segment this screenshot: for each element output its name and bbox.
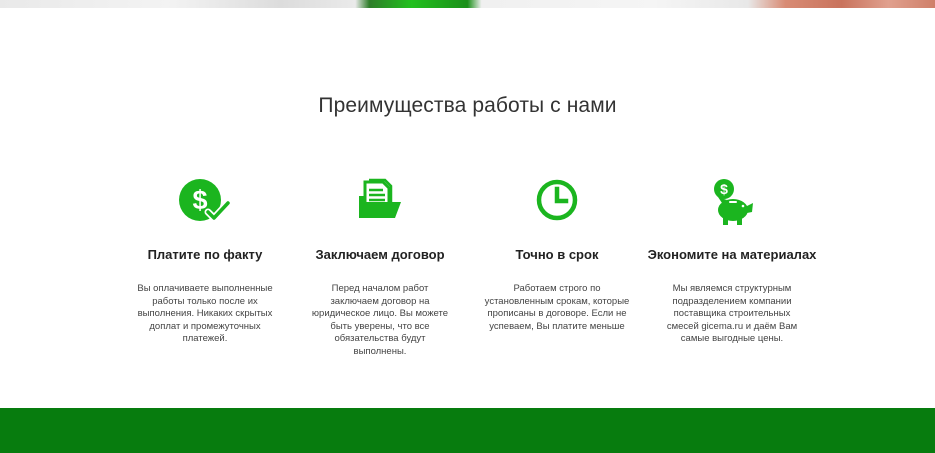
feature-save-materials: $ Экономите на материалах Мы являемся ст…	[642, 176, 822, 346]
feature-description: Мы являемся структурным подразделением к…	[666, 283, 798, 344]
feature-pay-on-fact: $ Платите по факту Вы оплачиваете выполн…	[115, 176, 295, 346]
feature-title: Платите по факту	[147, 247, 263, 262]
piggy-bank-icon: $	[714, 179, 753, 225]
hero-image-strip	[0, 0, 935, 8]
feature-on-time: Точно в срок Работаем строго по установл…	[467, 176, 647, 333]
feature-title: Точно в срок	[515, 247, 599, 262]
clock-icon	[536, 179, 578, 221]
svg-text:$: $	[720, 181, 728, 197]
feature-description: Вы оплачиваете выполненные работы только…	[137, 283, 273, 344]
feature-description: Перед началом работ заключаем договор на…	[311, 283, 449, 357]
contract-folder-icon	[359, 178, 401, 218]
feature-title: Заключаем договор	[315, 247, 445, 262]
dollar-check-icon: $	[179, 179, 232, 222]
feature-title: Экономите на материалах	[647, 247, 817, 262]
page: Преимущества работы с нами $ Платите по …	[0, 0, 935, 453]
footer-band	[0, 408, 935, 453]
feature-contract: Заключаем договор Перед началом работ за…	[290, 176, 470, 358]
section-title: Преимущества работы с нами	[318, 94, 617, 117]
feature-description: Работаем строго по установленным срокам,…	[484, 283, 630, 332]
